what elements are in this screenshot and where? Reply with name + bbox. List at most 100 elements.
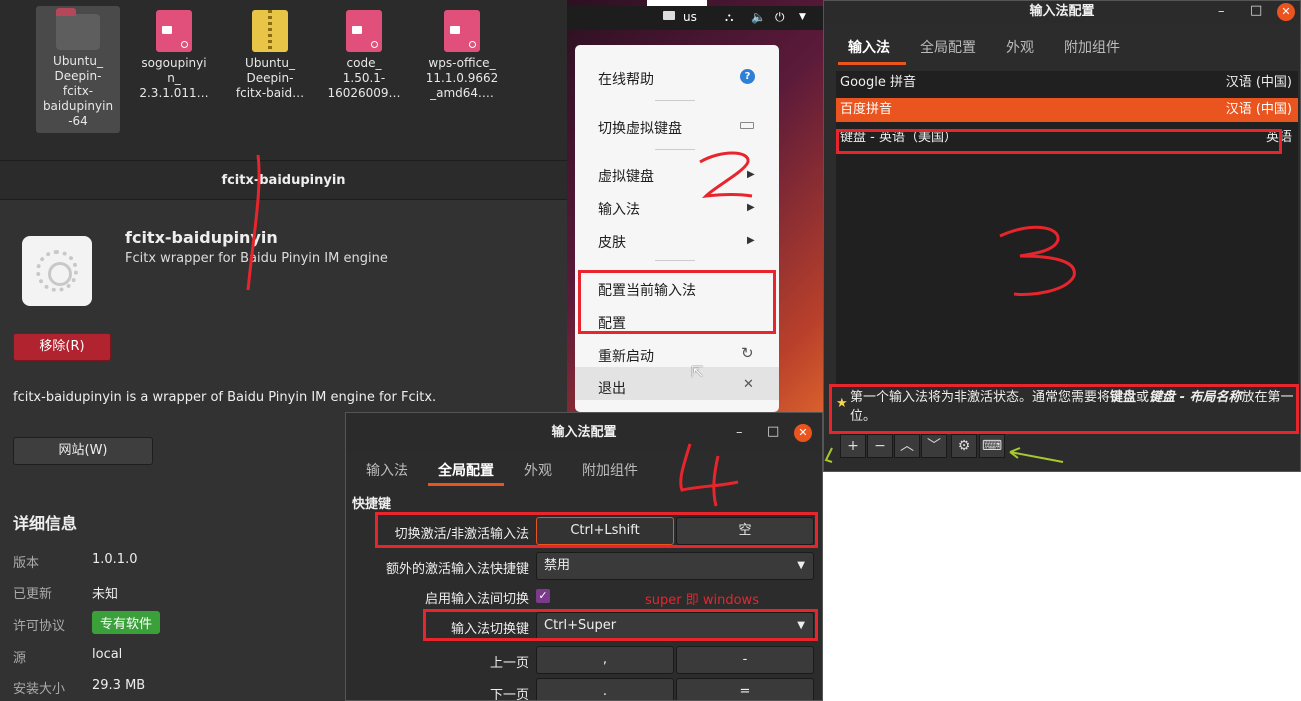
minimize-icon[interactable]: –: [1218, 4, 1225, 19]
move-down-button[interactable]: ﹀: [921, 434, 947, 458]
file-item[interactable]: sogoupinyi n_ 2.3.1.011…: [132, 6, 216, 101]
file-label: Ubuntu_ Deepin- fcitx- baidupinyin -64: [42, 54, 114, 128]
software-header-title: fcitx-baidupinyin: [0, 160, 567, 200]
tab-addons[interactable]: 附加组件: [1064, 37, 1120, 57]
submenu-arrow-icon: ▶: [747, 235, 755, 246]
row-label: 启用输入法间切换: [424, 592, 529, 607]
keyboard-layout[interactable]: us: [683, 10, 697, 24]
menu-item-quit[interactable]: 退出: [598, 378, 626, 398]
menu-item-toggle-vk[interactable]: 切换虚拟键盘: [598, 118, 682, 138]
mouse-cursor-icon: ⇱: [691, 363, 704, 381]
maximize-icon[interactable]: □: [767, 424, 779, 439]
select-value: 禁用: [544, 558, 571, 573]
tab-input-method[interactable]: 输入法: [848, 37, 890, 57]
file-item[interactable]: Ubuntu_ Deepin- fcitx- baidupinyin -64: [36, 6, 120, 133]
detail-value: local: [92, 647, 123, 662]
tab-appearance[interactable]: 外观: [1006, 37, 1034, 57]
tab-global-config[interactable]: 全局配置: [920, 37, 976, 57]
tab-underline: [428, 483, 504, 486]
add-im-button[interactable]: +: [840, 434, 866, 458]
details-heading: 详细信息: [13, 514, 78, 533]
fcitx-tray-menu: 在线帮助 ? 切换虚拟键盘 虚拟键盘 ▶ 输入法 ▶ 皮肤 ▶ 配置当前输入法 …: [575, 45, 779, 412]
close-icon: ✕: [743, 377, 754, 392]
app-description: fcitx-baidupinyin is a wrapper of Baidu …: [13, 390, 437, 405]
screen-edge: [647, 0, 707, 6]
row-label: 上一页: [489, 656, 529, 671]
license-badge[interactable]: 专有软件: [92, 611, 161, 634]
next-page-alt-key-button[interactable]: =: [676, 678, 814, 700]
network-icon[interactable]: ⛬: [725, 10, 733, 25]
switch-checkbox[interactable]: ✓: [536, 589, 550, 603]
im-config-window: 输入法配置 – □ ✕ 输入法 全局配置 外观 附加组件 Google 拼音 汉…: [823, 0, 1301, 472]
move-up-button[interactable]: ︿: [894, 434, 920, 458]
submenu-arrow-icon: ▶: [747, 169, 755, 180]
chevron-down-icon: ▼: [797, 560, 805, 571]
detail-value: 未知: [92, 587, 119, 602]
submenu-arrow-icon: ▶: [747, 202, 755, 213]
tab-appearance[interactable]: 外观: [524, 460, 552, 480]
window-title: 输入法配置: [346, 413, 822, 453]
restart-icon: ↻: [741, 344, 754, 362]
close-icon[interactable]: ✕: [794, 424, 812, 442]
archive-icon: [252, 10, 288, 52]
row-label: 下一页: [489, 688, 529, 701]
window-title: 输入法配置: [824, 1, 1300, 25]
im-name: Google 拼音: [840, 75, 916, 90]
keyboard-icon: [740, 122, 754, 129]
menu-item-input-method[interactable]: 输入法: [598, 199, 640, 219]
maximize-icon[interactable]: □: [1250, 3, 1262, 18]
app-summary: Fcitx wrapper for Baidu Pinyin IM engine: [125, 251, 388, 266]
tab-input-method[interactable]: 输入法: [366, 460, 408, 480]
annotation-box: [829, 384, 1299, 434]
im-name: 百度拼音: [840, 102, 893, 117]
detail-key: 已更新: [13, 587, 53, 602]
minimize-icon[interactable]: –: [736, 425, 743, 440]
tab-addons[interactable]: 附加组件: [582, 460, 638, 480]
list-item[interactable]: Google 拼音 汉语 (中国): [836, 71, 1298, 95]
annotation-box: [578, 270, 776, 334]
detail-key: 许可协议: [13, 619, 66, 634]
annotation-note: super 即 windows: [645, 593, 759, 608]
close-icon[interactable]: ✕: [1277, 3, 1295, 21]
menu-separator: [655, 149, 695, 150]
menu-item-online-help[interactable]: 在线帮助: [598, 69, 654, 89]
app-gear-icon: [22, 236, 92, 306]
file-item[interactable]: code_ 1.50.1- 16026009…: [322, 6, 406, 101]
section-heading: 快捷键: [352, 497, 392, 512]
menu-item-skin[interactable]: 皮肤: [598, 232, 626, 252]
app-name: fcitx-baidupinyin: [125, 228, 278, 247]
file-item[interactable]: Ubuntu_ Deepin- fcitx-baid…: [228, 6, 312, 101]
keyboard-layout-button[interactable]: ⌨: [979, 434, 1005, 458]
file-label: Ubuntu_ Deepin- fcitx-baid…: [235, 56, 305, 100]
prev-page-alt-key-button[interactable]: -: [676, 646, 814, 674]
chevron-down-icon[interactable]: ▼: [799, 12, 806, 22]
top-bar: us ⛬ 🔈 ⏻ ▼: [567, 6, 823, 30]
extra-hotkey-select[interactable]: 禁用 ▼: [536, 552, 814, 580]
tab-global-config[interactable]: 全局配置: [438, 460, 494, 480]
file-browser: Ubuntu_ Deepin- fcitx- baidupinyin -64 s…: [0, 0, 567, 160]
package-icon: [346, 10, 382, 52]
menu-item-virtual-keyboard[interactable]: 虚拟键盘: [598, 166, 654, 186]
file-item[interactable]: wps-office_ 11.1.0.9662 _amd64.…: [420, 6, 504, 101]
configure-im-button[interactable]: ⚙: [951, 434, 977, 458]
detail-value: 29.3 MB: [92, 678, 146, 693]
input-method-list: Google 拼音 汉语 (中国) 百度拼音 汉语 (中国) 键盘 - 英语（美…: [836, 71, 1298, 386]
file-label: code_ 1.50.1- 16026009…: [327, 56, 401, 100]
remove-button[interactable]: 移除(R): [13, 333, 111, 361]
list-item[interactable]: 百度拼音 汉语 (中国): [836, 98, 1298, 122]
menu-item-restart[interactable]: 重新启动: [598, 346, 654, 366]
volume-icon[interactable]: 🔈: [751, 10, 766, 24]
menu-separator: [655, 260, 695, 261]
keyboard-icon[interactable]: [663, 11, 675, 20]
power-icon[interactable]: ⏻: [775, 10, 785, 25]
remove-im-button[interactable]: −: [867, 434, 893, 458]
package-icon: [444, 10, 480, 52]
tab-underline: [838, 62, 906, 65]
file-label: sogoupinyi n_ 2.3.1.011…: [139, 56, 209, 100]
next-page-key-button[interactable]: .: [536, 678, 674, 700]
annotation-box: [836, 129, 1282, 154]
detail-key: 版本: [13, 556, 40, 571]
website-button[interactable]: 网站(W): [13, 437, 153, 465]
prev-page-key-button[interactable]: ,: [536, 646, 674, 674]
help-icon: ?: [740, 69, 755, 84]
